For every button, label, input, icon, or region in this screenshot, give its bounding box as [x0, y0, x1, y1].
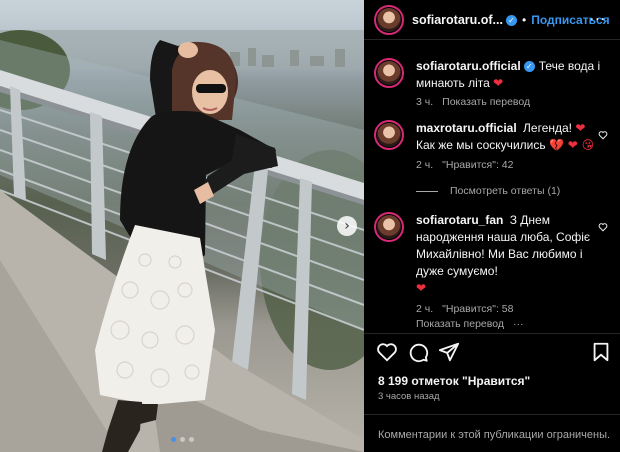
author-avatar[interactable] [374, 4, 404, 35]
comment-meta: 2 ч. "Нравится": 58 [416, 303, 614, 315]
caption-text: sofiarotaru.official ✓ Тече вода і минають… [416, 58, 614, 92]
comment-body: Легенда! [523, 121, 573, 135]
comment-username[interactable]: maxrotaru.official [416, 121, 517, 135]
emoji-sequence: 💔 ❤ 😘 [548, 138, 595, 152]
heart-emoji: ❤ [493, 76, 504, 90]
bookmark-icon[interactable] [590, 341, 612, 363]
translate-button[interactable]: Показать перевод [416, 318, 504, 330]
caption: sofiarotaru.official ✓ Тече вода і минають… [374, 58, 614, 108]
comment-text: maxrotaru.official Легенда! ❤ Как же мы … [416, 120, 614, 154]
comment-time[interactable]: 2 ч. [416, 159, 433, 171]
chevron-right-icon: › [344, 218, 350, 234]
comment-body-cont: Как же мы соскучились [416, 138, 546, 152]
post-header: sofiarotaru.of... ✓ • Подписаться ··· [364, 0, 620, 40]
share-icon[interactable] [438, 341, 460, 363]
caption-time[interactable]: 3 ч. [416, 96, 433, 108]
carousel-dot [179, 437, 185, 442]
heart-icon[interactable] [376, 341, 398, 363]
verified-badge-icon: ✓ [505, 14, 517, 26]
carousel-indicator [0, 437, 364, 442]
carousel-dot [188, 437, 194, 442]
header-separator: • [521, 12, 527, 27]
caption-username[interactable]: sofiarotaru.official [416, 59, 521, 73]
comment-meta: 2 ч. "Нравится": 42 [416, 159, 614, 171]
comment-item: sofiarotaru_fan З Днем народження наша л… [374, 212, 614, 330]
comment-more-icon[interactable]: ··· [513, 318, 524, 330]
heart-icon[interactable] [598, 222, 608, 232]
comment-time[interactable]: 2 ч. [416, 303, 433, 315]
likes-count[interactable]: 8 199 отметок "Нравится" [378, 374, 530, 388]
caption-meta: 3 ч. Показать перевод [416, 96, 614, 108]
comments-limited-notice: Комментарии к этой публикации ограничены… [378, 429, 611, 441]
view-replies-label: Посмотреть ответы (1) [450, 185, 561, 197]
translate-button[interactable]: Показать перевод [442, 96, 530, 108]
post-photo-illustration [0, 30, 364, 452]
action-bar [364, 337, 620, 367]
comment-likes[interactable]: "Нравится": 42 [442, 159, 513, 171]
comment-icon[interactable] [407, 341, 429, 363]
comment-likes[interactable]: "Нравится": 58 [442, 303, 513, 315]
author-avatar[interactable] [374, 58, 404, 88]
commenter-avatar[interactable] [374, 212, 404, 242]
heart-emoji: ❤ [575, 121, 586, 135]
heart-emoji: ❤ [416, 281, 427, 295]
commenter-avatar[interactable] [374, 120, 404, 150]
more-options-icon[interactable]: ··· [590, 12, 606, 28]
verified-badge-icon: ✓ [523, 61, 535, 73]
comment-item: maxrotaru.official Легенда! ❤ Как же мы … [374, 120, 614, 180]
carousel-dot-active [170, 437, 176, 442]
view-replies-button[interactable]: Посмотреть ответы (1) [416, 185, 560, 197]
post-photo[interactable]: › [0, 0, 364, 452]
post-side-panel: sofiarotaru.of... ✓ • Подписаться ··· sof… [364, 0, 620, 452]
replies-divider [416, 190, 438, 192]
post-time[interactable]: 3 часов назад [378, 391, 440, 402]
comment-text: sofiarotaru_fan З Днем народження наша л… [416, 212, 614, 297]
comment-meta-2: Показать перевод ··· [416, 318, 614, 330]
carousel-next-button[interactable]: › [337, 216, 357, 236]
actions-divider [364, 333, 620, 334]
heart-icon[interactable] [598, 130, 608, 140]
footer-divider [364, 414, 620, 415]
author-username[interactable]: sofiarotaru.of... ✓ [412, 13, 517, 27]
comment-username[interactable]: sofiarotaru_fan [416, 213, 503, 227]
